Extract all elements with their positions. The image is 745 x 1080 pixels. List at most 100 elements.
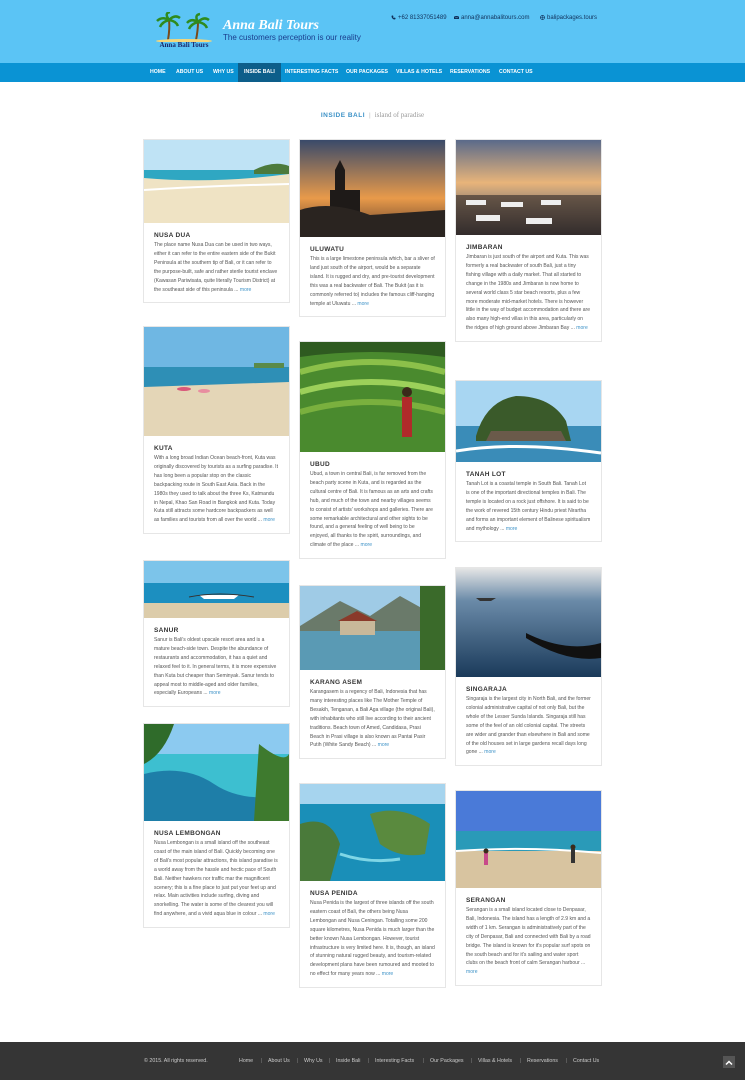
header-bar: Anna Bali Tours Anna Bali Tours The cust… — [0, 0, 745, 63]
card-text: Nusa Penida is the largest of three isla… — [310, 900, 435, 978]
card-text: Karangasem is a regency of Bali, Indones… — [310, 689, 435, 749]
nav-home[interactable]: HOME — [144, 63, 172, 82]
phone-contact[interactable]: +62 81337051489 — [391, 15, 447, 21]
nav-why-us[interactable]: WHY US — [207, 63, 240, 82]
footer-separator: | — [297, 1058, 299, 1064]
footer-link-our-packages[interactable]: Our Packages — [430, 1058, 464, 1064]
back-to-top-button[interactable] — [723, 1056, 735, 1068]
card-description: The place name Nusa Dua can be used in t… — [154, 241, 279, 294]
website-contact[interactable]: balipackages.tours — [540, 15, 597, 21]
card-description: Serangan is a small island located close… — [466, 906, 591, 977]
card-description: Karangasem is a regency of Bali, Indones… — [310, 688, 435, 750]
envelope-icon — [453, 15, 460, 20]
more-link[interactable]: more — [240, 287, 252, 293]
section-subtitle: island of paradise — [374, 111, 425, 119]
card-title: KUTA — [154, 445, 173, 452]
card-title: NUSA DUA — [154, 232, 191, 239]
card-description: Nusa Penida is the largest of three isla… — [310, 899, 435, 979]
nav-reservations[interactable]: RESERVATIONS — [444, 63, 496, 82]
card-text: With a long broad Indian Ocean beach-fro… — [154, 455, 278, 524]
more-link[interactable]: more — [209, 690, 221, 696]
site-logo[interactable]: Anna Bali Tours — [154, 12, 214, 50]
card-image[interactable] — [456, 568, 601, 677]
website-url: balipackages.tours — [547, 15, 598, 22]
footer-separator: | — [471, 1058, 473, 1064]
brand-title[interactable]: Anna Bali Tours — [223, 18, 319, 34]
card-title: ULUWATU — [310, 246, 345, 253]
card-description: This is a large limestone peninsula whic… — [310, 255, 435, 308]
card-description: Sanur is Bali's oldest upscale resort ar… — [154, 636, 279, 698]
chevron-up-icon — [725, 1060, 733, 1066]
palm-trees-icon — [156, 12, 212, 42]
card-image[interactable] — [300, 784, 445, 881]
card-nusa-dua: NUSA DUA The place name Nusa Dua can be … — [143, 139, 290, 304]
more-link[interactable]: more — [576, 325, 588, 331]
card-tanah-lot: TANAH LOT Tanah Lot is a coastal temple … — [455, 380, 602, 543]
footer-link-interesting-facts[interactable]: Interesting Facts — [375, 1058, 414, 1064]
more-link[interactable]: more — [263, 517, 275, 523]
card-image[interactable] — [456, 381, 601, 462]
card-image[interactable] — [456, 791, 601, 888]
card-text: Jimbaran is just south of the airport an… — [466, 254, 591, 332]
footer-separator: | — [368, 1058, 370, 1064]
card-title: SANUR — [154, 627, 179, 634]
card-title: SINGARAJA — [466, 686, 507, 693]
nav-inside-bali[interactable]: INSIDE BALI — [238, 63, 281, 82]
nav-our-packages[interactable]: OUR PACKAGES — [340, 63, 394, 82]
card-image[interactable] — [144, 327, 289, 436]
card-kuta: KUTA With a long broad Indian Ocean beac… — [143, 326, 290, 535]
card-title: NUSA PENIDA — [310, 890, 358, 897]
card-image[interactable] — [144, 724, 289, 821]
card-description: Singaraja is the largest city in North B… — [466, 695, 591, 757]
more-link[interactable]: more — [263, 911, 275, 917]
card-image[interactable] — [456, 140, 601, 235]
card-image[interactable] — [144, 140, 289, 223]
card-image[interactable] — [144, 561, 289, 618]
card-serangan: SERANGAN Serangan is a small island loca… — [455, 790, 602, 987]
card-image[interactable] — [300, 586, 445, 670]
card-title: NUSA LEMBONGAN — [154, 830, 221, 837]
card-text: This is a large limestone peninsula whic… — [310, 256, 435, 307]
footer-link-home[interactable]: Home — [239, 1058, 253, 1064]
card-text: Nusa Lembongan is a small island off the… — [154, 840, 278, 918]
card-description: With a long broad Indian Ocean beach-fro… — [154, 454, 279, 525]
email-contact[interactable]: anna@annabalitours.com — [453, 15, 530, 22]
card-title: SERANGAN — [466, 897, 506, 904]
footer-link-reservations[interactable]: Reservations — [527, 1058, 558, 1064]
footer-link-contact-us[interactable]: Contact Us — [573, 1058, 599, 1064]
nav-villas-hotels[interactable]: VILLAS & HOTELS — [390, 63, 448, 82]
more-link[interactable]: more — [378, 742, 390, 748]
copyright-text: © 2015. All rights reserved. — [144, 1058, 208, 1064]
nav-interesting-facts[interactable]: INTERESTING FACTS — [279, 63, 344, 82]
card-text: Tanah Lot is a coastal temple in South B… — [466, 481, 591, 532]
section-heading: INSIDE BALI | island of paradise — [0, 111, 745, 119]
nav-contact-us[interactable]: CONTACT US — [493, 63, 539, 82]
footer-separator: | — [329, 1058, 331, 1064]
more-link[interactable]: more — [361, 542, 373, 548]
logo-caption: Anna Bali Tours — [159, 41, 209, 49]
nav-about-us[interactable]: ABOUT US — [170, 63, 209, 82]
card-title: JIMBARAN — [466, 244, 503, 251]
card-text: Singaraja is the largest city in North B… — [466, 696, 591, 756]
phone-icon — [391, 15, 396, 20]
more-link[interactable]: more — [382, 971, 394, 977]
card-sanur: SANUR Sanur is Bali's oldest upscale res… — [143, 560, 290, 708]
more-link[interactable]: more — [484, 749, 496, 755]
card-description: Nusa Lembongan is a small island off the… — [154, 839, 279, 919]
more-link[interactable]: more — [357, 301, 369, 307]
footer-link-about-us[interactable]: About Us — [268, 1058, 290, 1064]
card-singaraja: SINGARAJA Singaraja is the largest city … — [455, 567, 602, 767]
card-image[interactable] — [300, 342, 445, 452]
footer-separator: | — [423, 1058, 425, 1064]
card-description: Jimbaran is just south of the airport an… — [466, 253, 591, 333]
footer-link-why-us[interactable]: Why Us — [304, 1058, 323, 1064]
more-link[interactable]: more — [506, 526, 518, 532]
more-link[interactable]: more — [466, 969, 478, 975]
card-title: KARANG ASEM — [310, 679, 363, 686]
card-karang-asem: KARANG ASEM Karangasem is a regency of B… — [299, 585, 446, 760]
phone-number: +62 81337051489 — [398, 15, 447, 22]
card-image[interactable] — [300, 140, 445, 237]
email-address: anna@annabalitours.com — [461, 15, 530, 22]
footer-link-inside-bali[interactable]: Inside Bali — [336, 1058, 360, 1064]
footer-link-villas-hotels[interactable]: Villas & Hotels — [478, 1058, 512, 1064]
